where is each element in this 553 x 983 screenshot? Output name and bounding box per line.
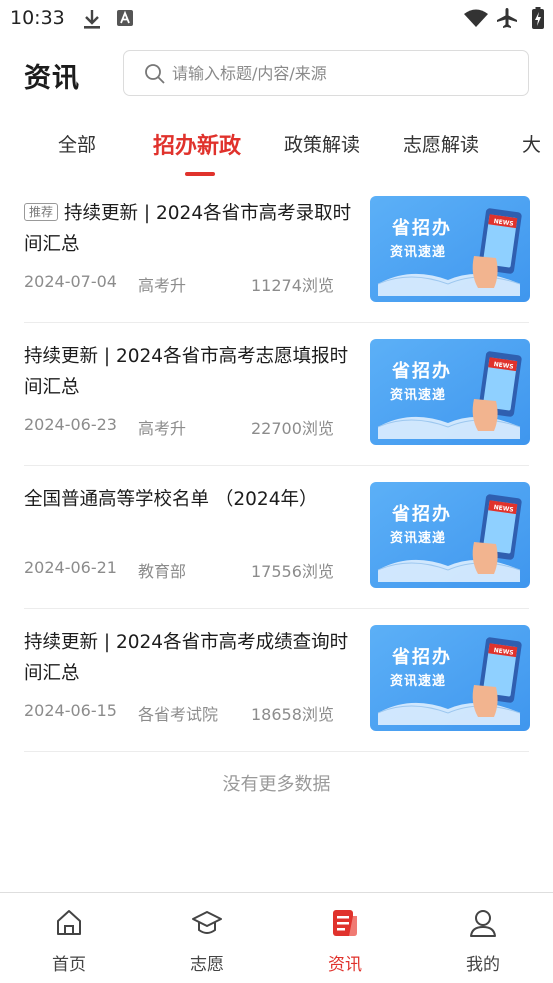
news-views: 11274浏览 [251,276,334,295]
news-source: 高考升 [138,276,187,295]
header: 资讯 [0,48,553,100]
tab-application-interpretation[interactable]: 志愿解读 [403,130,479,157]
news-title: 持续更新 | 2024各省市高考志愿填报时间汇总 [24,341,354,403]
news-views: 22700浏览 [251,419,334,438]
search-box[interactable] [123,50,529,96]
news-date: 2024-06-21 [24,558,117,577]
news-item[interactable]: 全国普通高等学校名单 （2024年） 2024-06-21 教育部 17556浏… [24,466,530,609]
thumbnail-subtitle: 资讯速递 [390,245,447,260]
news-views: 17556浏览 [251,562,334,581]
page-title: 资讯 [24,63,80,94]
category-tabs: 全部 招办新政 政策解读 志愿解读 大 [0,122,553,180]
news-title-text: 持续更新 | 2024各省市高考成绩查询时间汇总 [24,632,349,684]
news-thumbnail: NEWS 省招办 资讯速递 [370,482,530,588]
thumbnail-title: 省招办 [392,647,452,668]
thumbnail-subtitle: 资讯速递 [390,388,447,403]
news-icon [329,907,361,939]
active-tab-indicator [185,172,215,176]
search-icon [144,63,166,89]
nav-news[interactable]: 资讯 [276,893,414,983]
thumbnail-title: 省招办 [392,504,452,525]
news-date: 2024-06-23 [24,415,117,434]
news-meta: 2024-07-04 高考升 11274浏览 [24,272,354,296]
nav-label: 首页 [52,955,86,975]
status-time: 10:33 [10,7,65,29]
news-item[interactable]: 持续更新 | 2024各省市高考成绩查询时间汇总 2024-06-15 各省考试… [24,609,530,752]
text-a-icon [117,10,133,30]
tab-all[interactable]: 全部 [58,130,96,157]
tab-more[interactable]: 大 [522,130,541,157]
news-title-text: 持续更新 | 2024各省市高考志愿填报时间汇总 [24,346,349,398]
thumbnail-title: 省招办 [392,361,452,382]
news-title: 持续更新 | 2024各省市高考成绩查询时间汇总 [24,627,354,689]
news-meta: 2024-06-15 各省考试院 18658浏览 [24,701,354,725]
news-views: 18658浏览 [251,705,334,724]
news-thumbnail: NEWS 省招办 资讯速递 [370,339,530,445]
news-item[interactable]: 推荐 持续更新 | 2024各省市高考录取时间汇总 2024-07-04 高考升 … [24,180,530,323]
recommend-tag: 推荐 [24,203,59,221]
nav-label: 资讯 [328,955,362,975]
news-title: 推荐 持续更新 | 2024各省市高考录取时间汇总 [24,198,354,260]
thumbnail-subtitle: 资讯速递 [390,531,447,546]
news-thumbnail: NEWS 省招办 资讯速递 [370,196,530,302]
nav-home[interactable]: 首页 [0,893,138,983]
thumbnail-subtitle: 资讯速递 [390,674,447,689]
user-icon [467,907,499,939]
download-icon [82,8,102,34]
news-thumbnail: NEWS 省招办 资讯速递 [370,625,530,731]
news-item[interactable]: 持续更新 | 2024各省市高考志愿填报时间汇总 2024-06-23 高考升 … [24,323,530,466]
thumbnail-title: 省招办 [392,218,452,239]
status-bar: 10:33 [0,0,553,38]
nav-label: 我的 [466,955,500,975]
battery-charging-icon [532,7,544,33]
wifi-icon [464,9,488,31]
news-meta: 2024-06-21 教育部 17556浏览 [24,558,354,582]
news-date: 2024-06-15 [24,701,117,720]
news-title: 全国普通高等学校名单 （2024年） [24,484,354,515]
home-icon [53,907,85,939]
nav-profile[interactable]: 我的 [414,893,552,983]
news-source: 各省考试院 [138,705,219,724]
tab-admission-policy[interactable]: 招办新政 [153,128,241,160]
airplane-icon [496,7,518,33]
news-source: 高考升 [138,419,187,438]
list-end-message: 没有更多数据 [222,774,331,795]
news-title-text: 持续更新 | 2024各省市高考录取时间汇总 [24,203,352,255]
search-input[interactable] [172,51,512,95]
graduation-cap-icon [191,907,223,939]
nav-application[interactable]: 志愿 [138,893,276,983]
bottom-nav: 首页 志愿 资讯 我的 [0,892,553,983]
news-title-text: 全国普通高等学校名单 （2024年） [24,489,318,510]
news-date: 2024-07-04 [24,272,117,291]
nav-label: 志愿 [190,955,224,975]
news-source: 教育部 [138,562,187,581]
news-list: 推荐 持续更新 | 2024各省市高考录取时间汇总 2024-07-04 高考升 … [0,180,553,752]
tab-policy-interpretation[interactable]: 政策解读 [284,130,360,157]
news-meta: 2024-06-23 高考升 22700浏览 [24,415,354,439]
